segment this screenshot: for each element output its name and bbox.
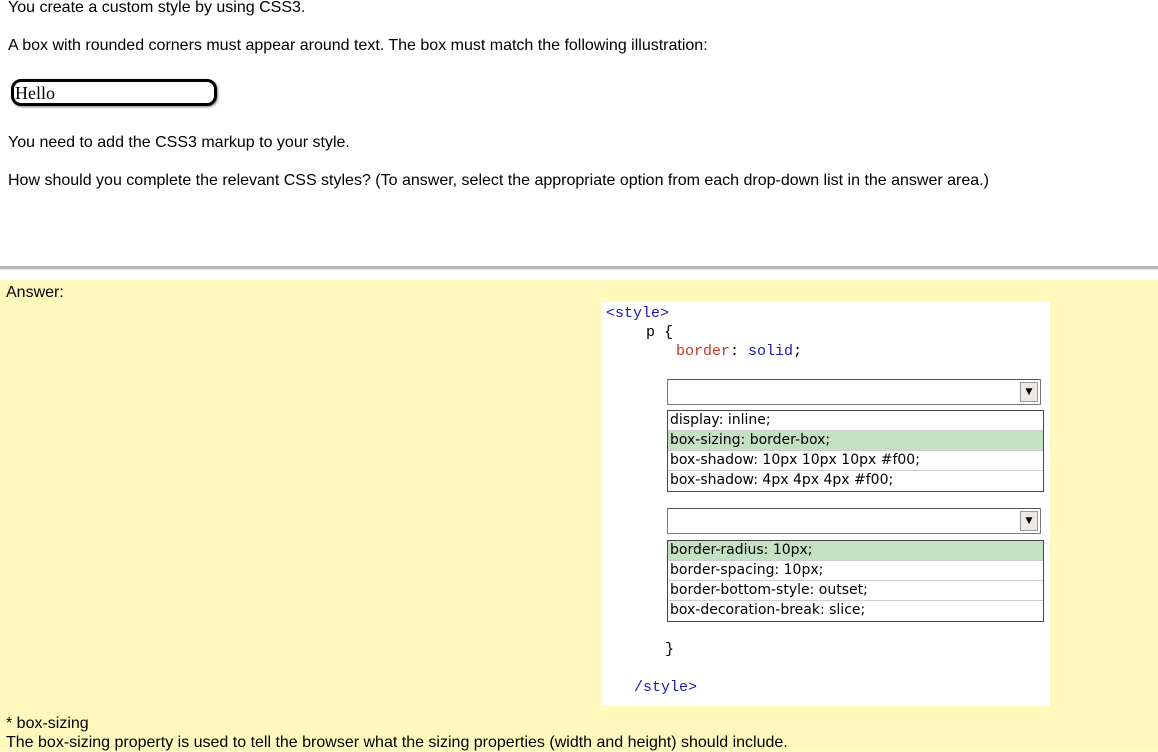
dropdown1-option[interactable]: box-sizing: border-box; (668, 431, 1043, 451)
section-divider (0, 266, 1158, 270)
semicolon: ; (793, 343, 803, 360)
dropdown1-option[interactable]: box-shadow: 10px 10px 10px #f00; (668, 451, 1043, 471)
chevron-down-icon[interactable]: ▼ (1020, 382, 1038, 402)
chevron-down-icon[interactable]: ▼ (1020, 511, 1038, 531)
dropdown1-option[interactable]: display: inline; (668, 411, 1043, 431)
dropdown-1[interactable]: ▼ (667, 379, 1041, 405)
style-close-tag: /style> (634, 679, 698, 696)
dropdown-1-options: display: inline; box-sizing: border-box; b… (667, 410, 1044, 492)
border-declaration: border: solid; (676, 343, 802, 360)
selector-line: p { (646, 324, 674, 341)
colon: : (730, 343, 740, 360)
answer-label: Answer: (6, 284, 64, 301)
dropdown2-option[interactable]: border-bottom-style: outset; (668, 581, 1043, 601)
dropdown2-option[interactable]: border-spacing: 10px; (668, 561, 1043, 581)
dropdown2-option[interactable]: box-decoration-break: slice; (668, 601, 1043, 621)
style-open-tag: <style> (606, 305, 670, 322)
question-line-3: You need to add the CSS3 markup to your … (8, 134, 350, 151)
border-property: border (676, 343, 731, 360)
dropdown-2[interactable]: ▼ (667, 508, 1041, 534)
dropdown-2-options: border-radius: 10px; border-spacing: 10px… (667, 540, 1044, 622)
note-text: The box-sizing property is used to tell … (6, 734, 788, 751)
note-title: * box-sizing (6, 715, 89, 732)
question-line-1: You create a custom style by using CSS3. (8, 0, 306, 16)
border-value: solid (748, 343, 794, 360)
dropdown1-option[interactable]: box-shadow: 4px 4px 4px #f00; (668, 471, 1043, 491)
code-panel: <style> p { border: solid; ▼ display: in… (601, 302, 1050, 706)
dropdown2-option[interactable]: border-radius: 10px; (668, 541, 1043, 561)
question-line-4: How should you complete the relevant CSS… (8, 172, 989, 189)
close-brace: } (665, 641, 675, 658)
rounded-box-illustration: Hello (11, 79, 217, 106)
question-line-2: A box with rounded corners must appear a… (8, 37, 708, 54)
answer-area: Answer: <style> p { border: solid; ▼ dis… (0, 280, 1158, 751)
